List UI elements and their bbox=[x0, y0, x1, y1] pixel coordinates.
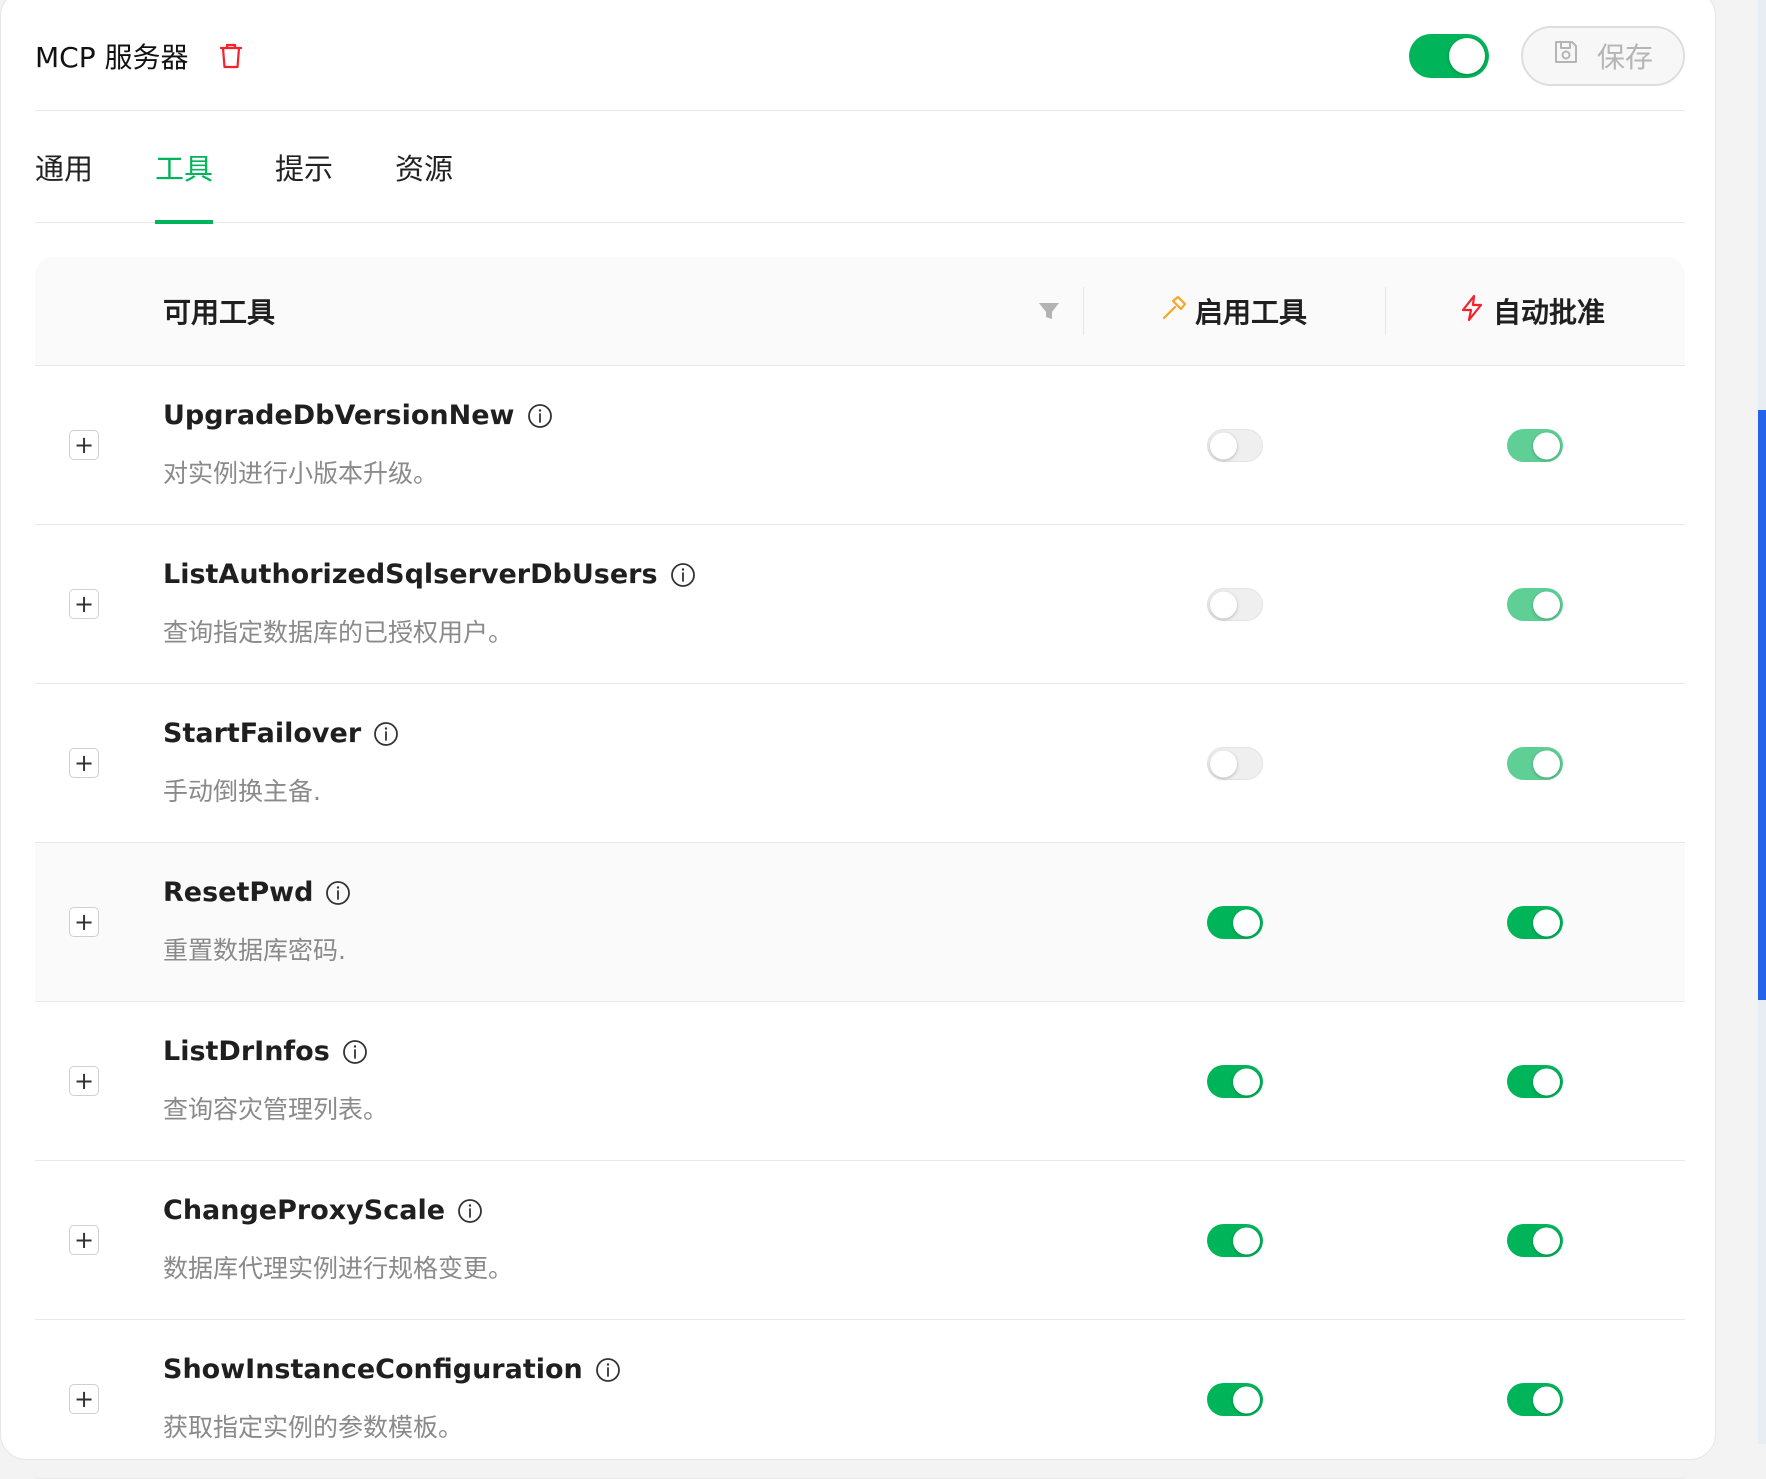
mcp-server-panel: MCP 服务器 保存 通用 工具 提示 资源 可用工具 启用工具 自动批准 + … bbox=[0, 0, 1716, 1479]
info-icon[interactable] bbox=[342, 1039, 368, 1065]
tool-description: 查询容灾管理列表。 bbox=[163, 1095, 389, 1124]
tool-name: ShowInstanceConfiguration bbox=[163, 1354, 583, 1385]
expand-row-button[interactable]: + bbox=[69, 907, 99, 937]
enable-tool-toggle[interactable] bbox=[1207, 1065, 1263, 1098]
tool-description: 数据库代理实例进行规格变更。 bbox=[163, 1254, 514, 1283]
info-icon[interactable] bbox=[373, 721, 399, 747]
auto-approve-toggle[interactable] bbox=[1507, 1383, 1563, 1416]
tool-name: ChangeProxyScale bbox=[163, 1195, 446, 1226]
expand-row-button[interactable]: + bbox=[69, 748, 99, 778]
info-icon[interactable] bbox=[595, 1357, 621, 1383]
tool-name-line: ChangeProxyScale bbox=[163, 1195, 483, 1226]
tools-table: 可用工具 启用工具 自动批准 + UpgradeDbVersionNew 对实例… bbox=[35, 257, 1685, 1479]
auto-approve-toggle[interactable] bbox=[1507, 1224, 1563, 1257]
col-auto-label: 自动批准 bbox=[1493, 296, 1606, 329]
enable-tool-toggle[interactable] bbox=[1207, 429, 1263, 462]
tab-tools[interactable]: 工具 bbox=[155, 111, 214, 224]
tool-name-line: ListAuthorizedSqlserverDbUsers bbox=[163, 559, 696, 590]
col-enable-label: 启用工具 bbox=[1195, 296, 1308, 329]
save-icon bbox=[1553, 39, 1579, 72]
tool-name: ListAuthorizedSqlserverDbUsers bbox=[163, 559, 658, 590]
save-button[interactable]: 保存 bbox=[1521, 25, 1685, 86]
tool-name-line: ResetPwd bbox=[163, 877, 351, 908]
trash-icon[interactable] bbox=[217, 42, 245, 70]
expand-row-button[interactable]: + bbox=[69, 589, 99, 619]
info-icon[interactable] bbox=[670, 562, 696, 588]
info-icon[interactable] bbox=[325, 880, 351, 906]
filter-icon[interactable] bbox=[1037, 299, 1061, 323]
column-divider bbox=[1083, 287, 1084, 335]
enable-tool-toggle[interactable] bbox=[1207, 588, 1263, 621]
window-edge bbox=[1758, 0, 1766, 1444]
tool-name-line: ShowInstanceConfiguration bbox=[163, 1354, 621, 1385]
tool-description: 查询指定数据库的已授权用户。 bbox=[163, 618, 514, 647]
page-title: MCP 服务器 bbox=[35, 40, 189, 74]
save-label: 保存 bbox=[1596, 40, 1653, 74]
info-icon[interactable] bbox=[527, 403, 553, 429]
server-enable-toggle[interactable] bbox=[1409, 33, 1489, 78]
tool-name: StartFailover bbox=[163, 718, 362, 749]
enable-tool-toggle[interactable] bbox=[1207, 747, 1263, 780]
auto-approve-toggle[interactable] bbox=[1507, 747, 1563, 780]
auto-approve-toggle[interactable] bbox=[1507, 429, 1563, 462]
tool-description: 对实例进行小版本升级。 bbox=[163, 459, 439, 488]
column-divider bbox=[1385, 287, 1386, 335]
enable-tool-toggle[interactable] bbox=[1207, 906, 1263, 939]
table-body: + UpgradeDbVersionNew 对实例进行小版本升级。 + ListAuth… bbox=[35, 366, 1685, 1479]
table-row: + UpgradeDbVersionNew 对实例进行小版本升级。 bbox=[35, 366, 1685, 525]
tab-prompts[interactable]: 提示 bbox=[275, 111, 333, 223]
expand-row-button[interactable]: + bbox=[69, 430, 99, 460]
col-available-tools: 可用工具 bbox=[163, 296, 276, 329]
tool-name: UpgradeDbVersionNew bbox=[163, 400, 515, 431]
tool-name: ListDrInfos bbox=[163, 1036, 330, 1067]
tool-name: ResetPwd bbox=[163, 877, 314, 908]
tool-description: 手动倒换主备. bbox=[163, 777, 321, 806]
tab-resources[interactable]: 资源 bbox=[395, 111, 453, 223]
header-actions: 保存 bbox=[1409, 25, 1685, 86]
table-row: + ResetPwd 重置数据库密码. bbox=[35, 843, 1685, 1002]
hammer-icon bbox=[1161, 295, 1187, 328]
lightning-icon bbox=[1459, 294, 1485, 329]
tool-name-line: ListDrInfos bbox=[163, 1036, 368, 1067]
auto-approve-toggle[interactable] bbox=[1507, 1065, 1563, 1098]
auto-approve-toggle[interactable] bbox=[1507, 588, 1563, 621]
tool-name-line: UpgradeDbVersionNew bbox=[163, 400, 553, 431]
expand-row-button[interactable]: + bbox=[69, 1384, 99, 1414]
tab-general[interactable]: 通用 bbox=[35, 111, 93, 223]
expand-row-button[interactable]: + bbox=[69, 1066, 99, 1096]
info-icon[interactable] bbox=[457, 1198, 483, 1224]
table-header: 可用工具 启用工具 自动批准 bbox=[35, 257, 1685, 366]
expand-row-button[interactable]: + bbox=[69, 1225, 99, 1255]
table-row: + ListDrInfos 查询容灾管理列表。 bbox=[35, 1002, 1685, 1161]
table-row: + ShowInstanceConfiguration 获取指定实例的参数模板。 bbox=[35, 1320, 1685, 1479]
enable-tool-toggle[interactable] bbox=[1207, 1383, 1263, 1416]
table-row: + ChangeProxyScale 数据库代理实例进行规格变更。 bbox=[35, 1161, 1685, 1320]
auto-approve-toggle[interactable] bbox=[1507, 906, 1563, 939]
col-auto-approve: 自动批准 bbox=[1459, 291, 1605, 331]
panel-header: MCP 服务器 保存 bbox=[35, 1, 1685, 111]
table-row: + ListAuthorizedSqlserverDbUsers 查询指定数据库的已… bbox=[35, 525, 1685, 684]
tab-bar: 通用 工具 提示 资源 bbox=[35, 111, 1685, 224]
tool-description: 重置数据库密码. bbox=[163, 936, 346, 965]
table-row: + StartFailover 手动倒换主备. bbox=[35, 684, 1685, 843]
tool-description: 获取指定实例的参数模板。 bbox=[163, 1413, 464, 1442]
enable-tool-toggle[interactable] bbox=[1207, 1224, 1263, 1257]
tool-name-line: StartFailover bbox=[163, 718, 399, 749]
col-enable-tools: 启用工具 bbox=[1161, 291, 1307, 331]
